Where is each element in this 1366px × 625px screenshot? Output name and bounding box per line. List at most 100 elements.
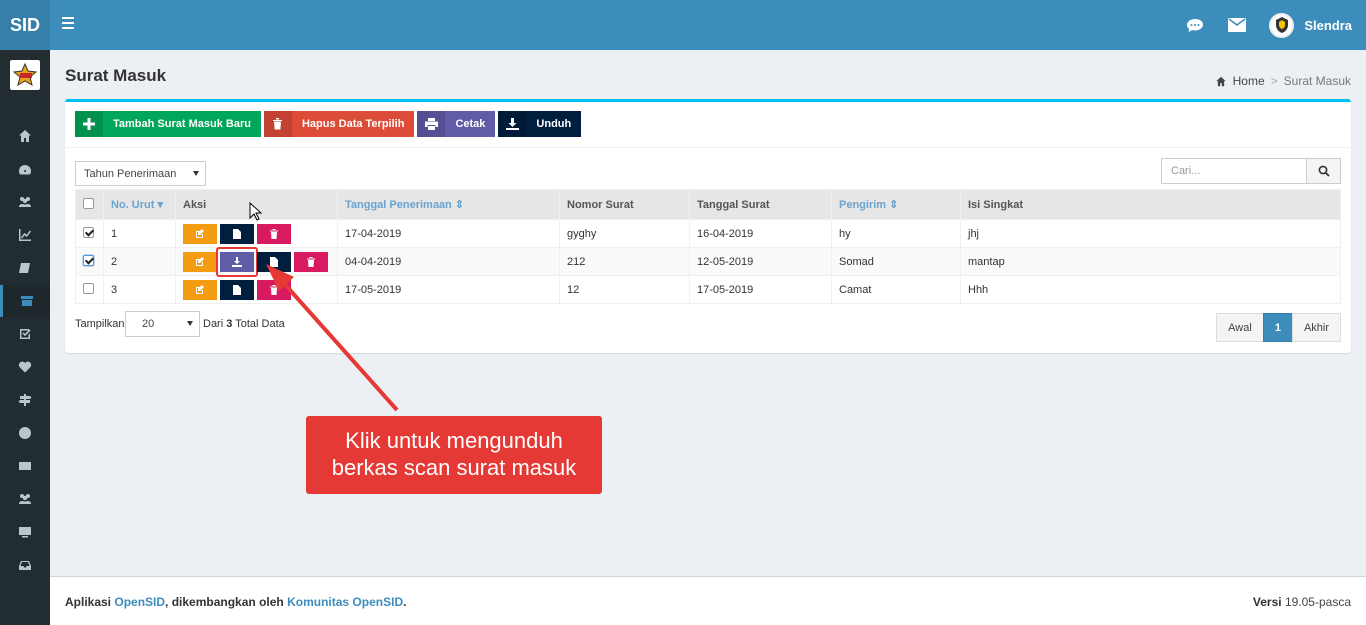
row-checkbox[interactable] — [83, 282, 94, 294]
view-file-button[interactable] — [220, 279, 254, 300]
plus-icon — [75, 111, 103, 137]
breadcrumb-home[interactable]: Home — [1233, 74, 1265, 88]
cell-tanggal-penerimaan: 17-05-2019 — [337, 275, 560, 304]
breadcrumb: Home > Surat Masuk — [1215, 74, 1351, 88]
delete-row-button[interactable] — [257, 279, 291, 300]
dashboard-icon — [19, 164, 32, 175]
select-all-cell — [75, 189, 104, 220]
sidebar-item-messages[interactable] — [0, 450, 50, 482]
cell-aksi — [175, 246, 338, 277]
edit-button[interactable] — [183, 251, 217, 272]
sidebar-item-archive[interactable] — [0, 285, 50, 317]
community-link[interactable]: Komunitas OpenSID — [287, 595, 403, 609]
heart-icon — [18, 361, 32, 373]
cell-nomor-surat: 212 — [559, 247, 690, 276]
sidebar-item-population[interactable] — [0, 186, 50, 218]
book-icon — [19, 263, 30, 273]
sidebar-item-inbox[interactable] — [0, 549, 50, 581]
cell-tanggal-penerimaan: 17-04-2019 — [337, 219, 560, 248]
sidebar-toggle-icon[interactable] — [62, 14, 80, 34]
search-icon — [1318, 165, 1330, 177]
home-icon — [1215, 76, 1226, 86]
row-checkbox[interactable] — [83, 226, 94, 238]
sidebar-item-groups[interactable] — [0, 483, 50, 515]
sort-desc-icon: ▾ — [157, 199, 163, 211]
cell-isi-singkat: jhj — [960, 219, 1341, 248]
footer-credits: Aplikasi OpenSID, dikembangkan oleh Komu… — [65, 595, 407, 609]
delete-row-button[interactable] — [294, 251, 328, 272]
sidebar-item-home[interactable] — [0, 120, 50, 152]
cell-no: 1 — [103, 219, 176, 248]
check-square-icon — [20, 329, 31, 339]
divider — [65, 147, 1351, 148]
toolbar: Tambah Surat Masuk Baru Hapus Data Terpi… — [75, 111, 582, 137]
sidebar-item-website[interactable] — [0, 516, 50, 548]
sort-icon: ⇕ — [889, 199, 899, 211]
sidebar-item-map[interactable] — [0, 417, 50, 449]
top-navbar: SID Slendra — [0, 0, 1366, 50]
search-input[interactable] — [1161, 158, 1307, 184]
sidebar-item-documents[interactable] — [0, 252, 50, 284]
sidebar-item-dashboard[interactable] — [0, 154, 50, 186]
print-button[interactable]: Cetak — [417, 111, 496, 137]
opensid-link[interactable]: OpenSID — [114, 595, 165, 609]
print-icon — [417, 111, 446, 137]
row-checkbox[interactable] — [83, 254, 94, 266]
surat-masuk-box: Tambah Surat Masuk Baru Hapus Data Terpi… — [65, 99, 1351, 353]
table-row: 2 04-04-2019 212 12-05-2019 Somad mantap — [75, 246, 1341, 277]
globe-icon — [19, 427, 31, 439]
sort-icon: ⇕ — [454, 199, 465, 211]
trash-icon — [307, 256, 315, 267]
users-icon — [19, 494, 31, 504]
sidebar-item-tasks[interactable] — [0, 318, 50, 350]
delete-selected-button[interactable]: Hapus Data Terpilih — [263, 111, 415, 137]
users-icon — [19, 197, 31, 207]
sidebar-item-health[interactable] — [0, 351, 50, 383]
download-button[interactable]: Unduh — [498, 111, 582, 137]
year-filter-select[interactable]: Tahun Penerimaan — [75, 161, 206, 186]
table-row: 1 17-04-2019 gyghy 16-04-2019 hy jhj — [75, 219, 1341, 248]
archive-icon — [20, 296, 33, 306]
monitor-icon — [19, 527, 31, 538]
edit-button[interactable] — [183, 223, 217, 244]
trash-icon — [270, 228, 278, 239]
per-page-select[interactable]: 20 — [125, 311, 200, 337]
annotation-callout: Klik untuk mengunduh berkas scan surat m… — [306, 416, 602, 494]
cell-pengirim: Camat — [831, 275, 961, 304]
signpost-icon — [18, 394, 32, 406]
download-icon — [498, 111, 527, 137]
highlight-frame — [216, 246, 258, 277]
col-tanggal-penerimaan[interactable]: Tanggal Penerimaan ⇕ — [337, 189, 560, 220]
cell-nomor-surat: gyghy — [559, 219, 690, 248]
edit-button[interactable] — [183, 279, 217, 300]
col-aksi: Aksi — [175, 189, 338, 220]
footer: Aplikasi OpenSID, dikembangkan oleh Komu… — [50, 576, 1366, 625]
user-menu[interactable]: Slendra — [1269, 12, 1352, 38]
sidebar — [0, 50, 50, 625]
select-all-checkbox[interactable] — [83, 197, 94, 209]
envelope-icon[interactable] — [1227, 17, 1247, 33]
cell-pengirim: Somad — [831, 247, 961, 276]
add-letter-button[interactable]: Tambah Surat Masuk Baru — [75, 111, 261, 137]
app-logo[interactable]: SID — [0, 0, 50, 50]
inbox-icon — [19, 561, 31, 570]
cell-no: 3 — [103, 275, 176, 304]
view-file-button[interactable] — [257, 251, 291, 272]
col-no-urut[interactable]: No. Urut ▾ — [103, 189, 176, 220]
download-scan-button[interactable] — [216, 246, 258, 277]
table-row: 3 17-05-2019 12 17-05-2019 Camat Hhh — [75, 275, 1341, 304]
sidebar-item-statistics[interactable] — [0, 219, 50, 251]
page-last-button[interactable]: Akhir — [1291, 313, 1341, 342]
page-current-button[interactable]: 1 — [1262, 313, 1293, 342]
cell-aksi — [175, 275, 338, 304]
pagination: Awal 1 Akhir — [1216, 313, 1341, 342]
page-first-button[interactable]: Awal — [1216, 313, 1264, 342]
view-file-button[interactable] — [220, 223, 254, 244]
search-button[interactable] — [1307, 158, 1341, 184]
village-logo-icon — [10, 60, 40, 90]
delete-row-button[interactable] — [257, 223, 291, 244]
col-pengirim[interactable]: Pengirim ⇕ — [831, 189, 961, 220]
col-nomor-surat: Nomor Surat — [559, 189, 690, 220]
sidebar-item-directions[interactable] — [0, 384, 50, 416]
chat-icon[interactable] — [1185, 17, 1205, 33]
